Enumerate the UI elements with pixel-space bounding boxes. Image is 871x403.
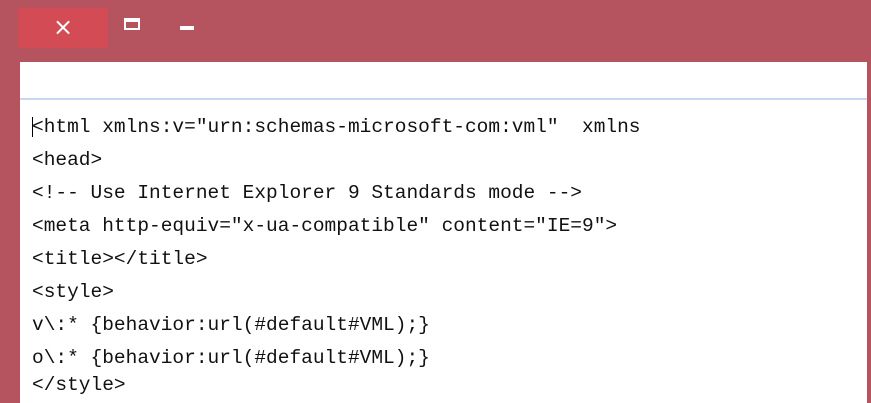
code-line[interactable]: <!-- Use Internet Explorer 9 Standards m…	[32, 178, 582, 208]
window-border-left	[0, 62, 20, 403]
code-line[interactable]: <style>	[32, 277, 114, 307]
maximize-icon[interactable]	[124, 18, 140, 30]
code-line[interactable]: <head>	[32, 145, 102, 175]
minimize-icon[interactable]	[180, 26, 194, 30]
code-line[interactable]: <html xmlns:v="urn:schemas-microsoft-com…	[32, 112, 641, 142]
close-icon: ×	[52, 13, 74, 41]
code-editor[interactable]: <html xmlns:v="urn:schemas-microsoft-com…	[20, 100, 867, 403]
code-line[interactable]: v\:* {behavior:url(#default#VML);}	[32, 310, 430, 340]
close-button[interactable]: ×	[18, 8, 108, 48]
code-line[interactable]: <title></title>	[32, 244, 208, 274]
code-line[interactable]: </style>	[32, 370, 126, 400]
code-line[interactable]: <meta http-equiv="x-ua-compatible" conte…	[32, 211, 617, 241]
editor-window: × <html xmlns:v="urn:schemas-microsoft-c…	[0, 0, 871, 403]
code-line[interactable]: o\:* {behavior:url(#default#VML);}	[32, 343, 430, 373]
title-bar[interactable]: ×	[0, 0, 871, 62]
window-border-right	[867, 62, 871, 403]
toolbar	[20, 62, 867, 100]
